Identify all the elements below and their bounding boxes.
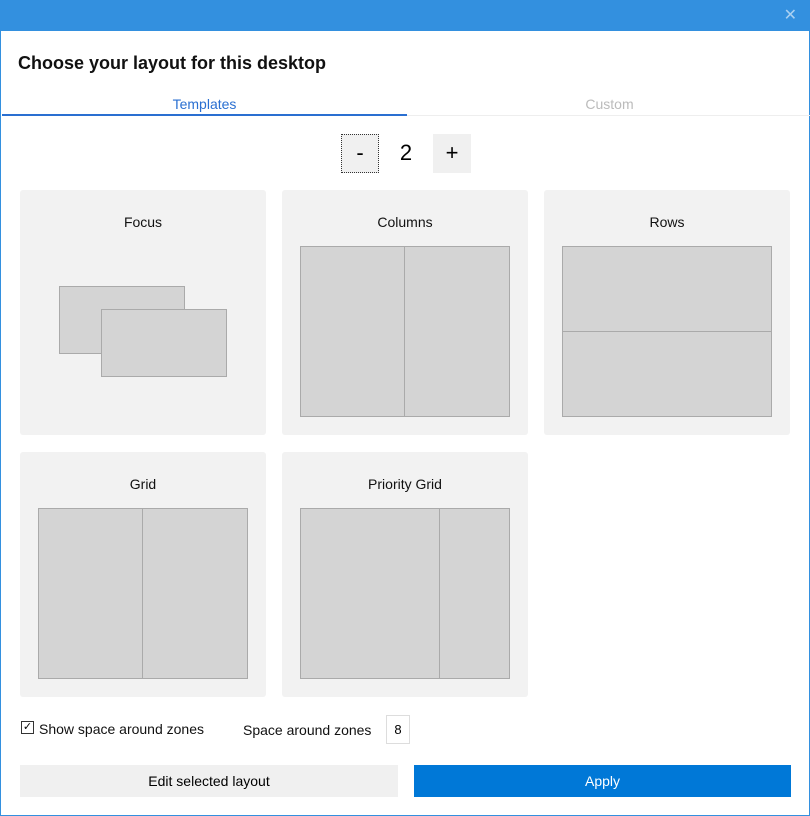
zone (101, 309, 227, 377)
template-label: Columns (377, 214, 433, 230)
zone (404, 246, 510, 417)
template-label: Focus (123, 214, 163, 230)
space-around-zones-input[interactable]: 8 (386, 715, 410, 744)
close-icon[interactable]: ✕ (784, 5, 797, 25)
template-label: Rows (649, 214, 685, 230)
zone (439, 508, 510, 679)
show-space-checkbox[interactable]: ✓ (21, 721, 34, 734)
zone (562, 331, 772, 417)
zone (562, 246, 772, 333)
decrease-zones-button[interactable]: - (341, 134, 379, 173)
zone (300, 246, 406, 417)
zone-count: 2 (399, 140, 413, 165)
edit-selected-layout-button[interactable]: Edit selected layout (20, 765, 398, 797)
zone (300, 508, 441, 679)
template-label: Priority Grid (368, 476, 442, 492)
tab-custom[interactable]: Custom (407, 96, 810, 116)
tab-templates[interactable]: Templates (2, 96, 407, 116)
template-focus[interactable]: Focus (20, 190, 266, 435)
template-label: Grid (129, 476, 157, 492)
template-columns[interactable]: Columns (282, 190, 528, 435)
zone (38, 508, 144, 679)
template-rows[interactable]: Rows (544, 190, 790, 435)
zone (142, 508, 248, 679)
title-bar: ✕ (1, 0, 810, 31)
template-grid[interactable]: Grid (20, 452, 266, 697)
space-around-zones-label: Space around zones (243, 722, 372, 738)
apply-button[interactable]: Apply (414, 765, 791, 797)
increase-zones-button[interactable]: + (433, 134, 471, 173)
page-title: Choose your layout for this desktop (18, 53, 327, 73)
template-priority-grid[interactable]: Priority Grid (282, 452, 528, 697)
window: ✕ Choose your layout for this desktop Te… (0, 0, 810, 816)
show-space-label: Show space around zones (39, 721, 204, 737)
